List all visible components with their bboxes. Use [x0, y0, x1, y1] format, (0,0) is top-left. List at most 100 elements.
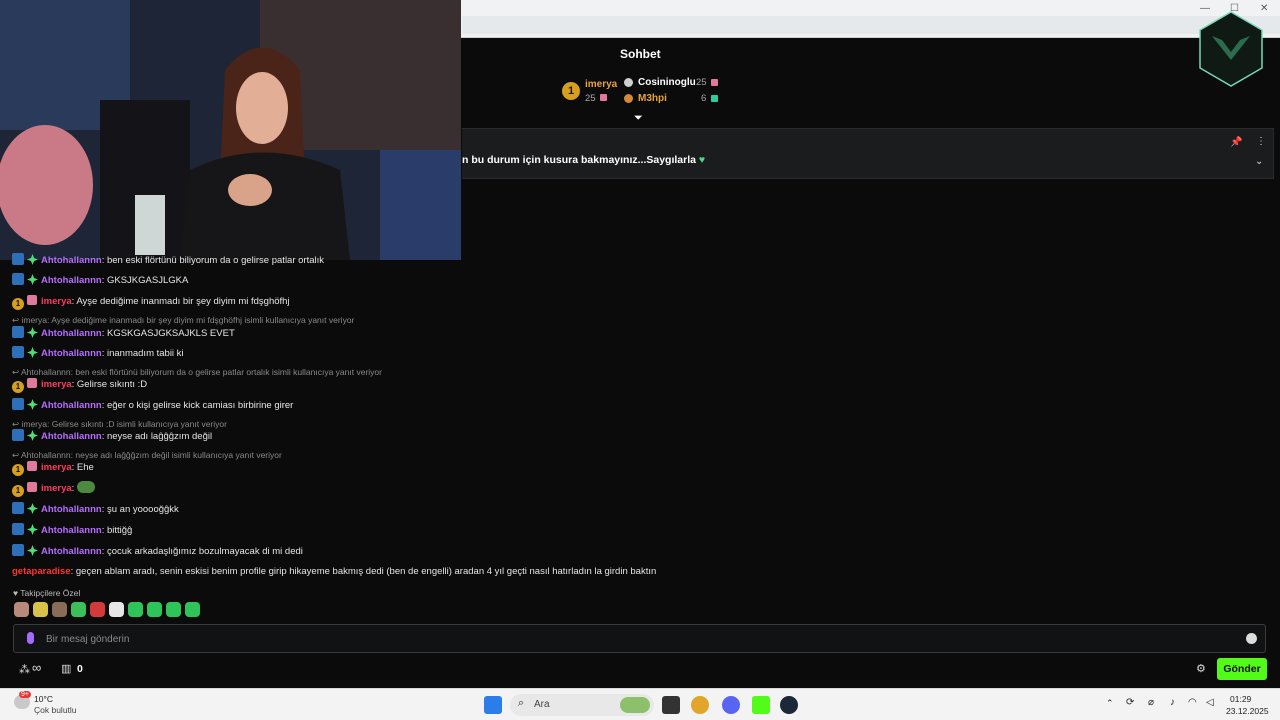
chevron-down-icon[interactable]: ⌄	[1255, 156, 1263, 167]
tray-sync-icon[interactable]: ⟳	[1126, 697, 1134, 708]
rank-1-badge: 1	[562, 82, 580, 100]
chat-message-text: : çocuk arkadaşlığımız bozulmayacak di m…	[101, 546, 303, 557]
chat-message[interactable]: Ahtohallannn: bittiğĝ	[12, 523, 132, 539]
chat-message-text: : eğer o kişi gelirse kick camiası birbi…	[101, 400, 294, 411]
reply-text: imerya: Gelirse sıkıntı :D isimli kullan…	[21, 419, 227, 429]
pinned-message: n bu durum için kusura bakmayınız...Sayg…	[462, 128, 1274, 179]
sparkle-badge-icon	[27, 524, 38, 535]
top-donor-3-name[interactable]: M3hpi	[638, 93, 667, 104]
send-button[interactable]: Gönder	[1217, 658, 1267, 680]
chat-message[interactable]: 1 imerya: Ehe	[12, 460, 94, 476]
points-icon[interactable]: ⁂	[19, 663, 30, 676]
reply-icon: ↩	[12, 450, 22, 460]
tray-wifi-icon[interactable]: ◠	[1188, 697, 1197, 708]
kick-icon[interactable]	[752, 696, 770, 714]
clock-time[interactable]: 01:29	[1230, 694, 1251, 704]
emote-icon[interactable]	[14, 602, 29, 617]
chat-username[interactable]: Ahtohallannn	[41, 546, 102, 557]
top-donor-2-amount: 25	[696, 77, 707, 88]
emote-bar	[14, 602, 204, 620]
microphone-icon[interactable]	[27, 632, 34, 644]
emote-icon[interactable]	[90, 602, 105, 617]
sparkle-badge-icon	[27, 503, 38, 514]
chat-username[interactable]: Ahtohallannn	[41, 400, 102, 411]
emote-icon[interactable]	[33, 602, 48, 617]
chat-message-text: : bittiğĝ	[101, 525, 133, 536]
emote-icon[interactable]	[147, 602, 162, 617]
chat-username[interactable]: imerya	[41, 483, 72, 494]
emote-icon[interactable]	[71, 602, 86, 617]
subscriber-badge-icon	[12, 273, 24, 285]
chat-bottom-bar: ⁂ ∞ ▥ 0 ⚙	[0, 656, 1280, 684]
chat-message-text: : inanmadım tabii ki	[101, 348, 184, 359]
weather-temp: 10°C	[34, 694, 53, 704]
store-icon[interactable]: ▥	[61, 662, 71, 675]
clock-date[interactable]: 23.12.2025	[1226, 706, 1269, 716]
tray-network-icon[interactable]: ⌀	[1148, 697, 1154, 708]
tray-chevron-icon[interactable]: ⌃	[1106, 698, 1114, 709]
chat-username[interactable]: Ahtohallannn	[41, 431, 102, 442]
chat-username[interactable]: imerya	[41, 296, 72, 307]
chat-message[interactable]: 1 imerya:	[12, 481, 96, 497]
emote-icon[interactable]	[52, 602, 67, 617]
weather-badge: 9+	[19, 691, 31, 698]
weather-desc: Çok bulutlu	[34, 705, 77, 715]
emote-icon[interactable]	[128, 602, 143, 617]
chat-username[interactable]: imerya	[41, 462, 72, 473]
settings-gear-icon[interactable]: ⚙	[1196, 662, 1206, 675]
discord-icon[interactable]	[722, 696, 740, 714]
windows-start-icon[interactable]	[484, 696, 502, 714]
emote-icon[interactable]	[109, 602, 124, 617]
expand-donors-icon[interactable]: ⏷	[634, 112, 643, 125]
webcam-image	[0, 0, 461, 260]
heart-icon: ♥	[698, 154, 706, 166]
chat-message[interactable]: Ahtohallannn: inanmadım tabii ki	[12, 346, 184, 362]
chat-message[interactable]: Ahtohallannn: GKSJKGASJLGKA	[12, 273, 188, 289]
top-donor-3-amount: 6	[701, 93, 707, 104]
address-bar[interactable]	[462, 16, 1280, 34]
steam-icon[interactable]	[780, 696, 798, 714]
emoji-picker-icon[interactable]	[1246, 633, 1257, 644]
top-donor-1-name[interactable]: imerya	[585, 79, 617, 90]
top-gifter-badge-icon: 1	[12, 381, 24, 393]
chat-username[interactable]: Ahtohallannn	[41, 348, 102, 359]
chat-message[interactable]: 1 imerya: Gelirse sıkıntı :D	[12, 377, 147, 393]
chat-username[interactable]: Ahtohallannn	[41, 525, 102, 536]
emote-icon[interactable]	[185, 602, 200, 617]
chat-username[interactable]: Ahtohallannn	[41, 275, 102, 286]
chat-message[interactable]: Ahtohallannn: KGSKGASJGKSAJKLS EVET	[12, 326, 235, 342]
chat-username[interactable]: Ahtohallannn	[41, 504, 102, 515]
gift-badge-icon	[27, 295, 37, 305]
chat-username[interactable]: getaparadise	[12, 566, 71, 577]
chat-message[interactable]: Ahtohallannn: neyse adı laĝĝĝzım değil	[12, 429, 212, 445]
chat-title: Sohbet	[620, 47, 661, 61]
message-input[interactable]	[46, 631, 1226, 647]
chat-username[interactable]: imerya	[41, 379, 72, 390]
emote-icon[interactable]	[166, 602, 181, 617]
subscriber-badge-icon	[12, 502, 24, 514]
pin-icon[interactable]: 📌	[1230, 137, 1242, 148]
taskbar-search[interactable]: ⌕ Ara	[510, 694, 654, 716]
more-options-icon[interactable]: ⋮	[1256, 136, 1266, 147]
chat-message[interactable]: Ahtohallannn: eğer o kişi gelirse kick c…	[12, 398, 293, 414]
top-donor-2-name[interactable]: Cosininoglu	[638, 77, 696, 88]
chat-message[interactable]: Ahtohallannn: ben eski flörtünü biliyoru…	[12, 253, 324, 269]
tray-volume-icon[interactable]: ◁	[1206, 697, 1214, 708]
chat-message[interactable]: getaparadise: geçen ablam aradı, senin e…	[12, 564, 656, 580]
reply-text: imerya: Ayşe dediğime inanmadı bir şey d…	[21, 315, 355, 325]
chat-message[interactable]: Ahtohallannn: çocuk arkadaşlığımız bozul…	[12, 544, 303, 560]
task-view-icon[interactable]	[662, 696, 680, 714]
tray-mic-icon[interactable]: ♪	[1170, 697, 1175, 708]
chat-username[interactable]: Ahtohallannn	[41, 328, 102, 339]
rank-2-icon	[624, 78, 633, 87]
top-gifter-badge-icon: 1	[12, 298, 24, 310]
chat-message[interactable]: 1 imerya: Ayşe dediğime inanmadı bir şey …	[12, 294, 290, 310]
search-icon: ⌕	[518, 697, 525, 709]
subscriber-badge-icon	[12, 346, 24, 358]
chat-message-text: : geçen ablam aradı, senin eskisi benim …	[70, 566, 657, 577]
chrome-icon[interactable]	[691, 696, 709, 714]
reply-context: ↩ imerya: Ayşe dediğime inanmadı bir şey…	[12, 314, 354, 326]
chat-message[interactable]: Ahtohallannn: şu an yooooğĝkk	[12, 502, 179, 518]
chat-message-text: :	[71, 483, 75, 494]
chat-username[interactable]: Ahtohallannn	[41, 255, 102, 266]
